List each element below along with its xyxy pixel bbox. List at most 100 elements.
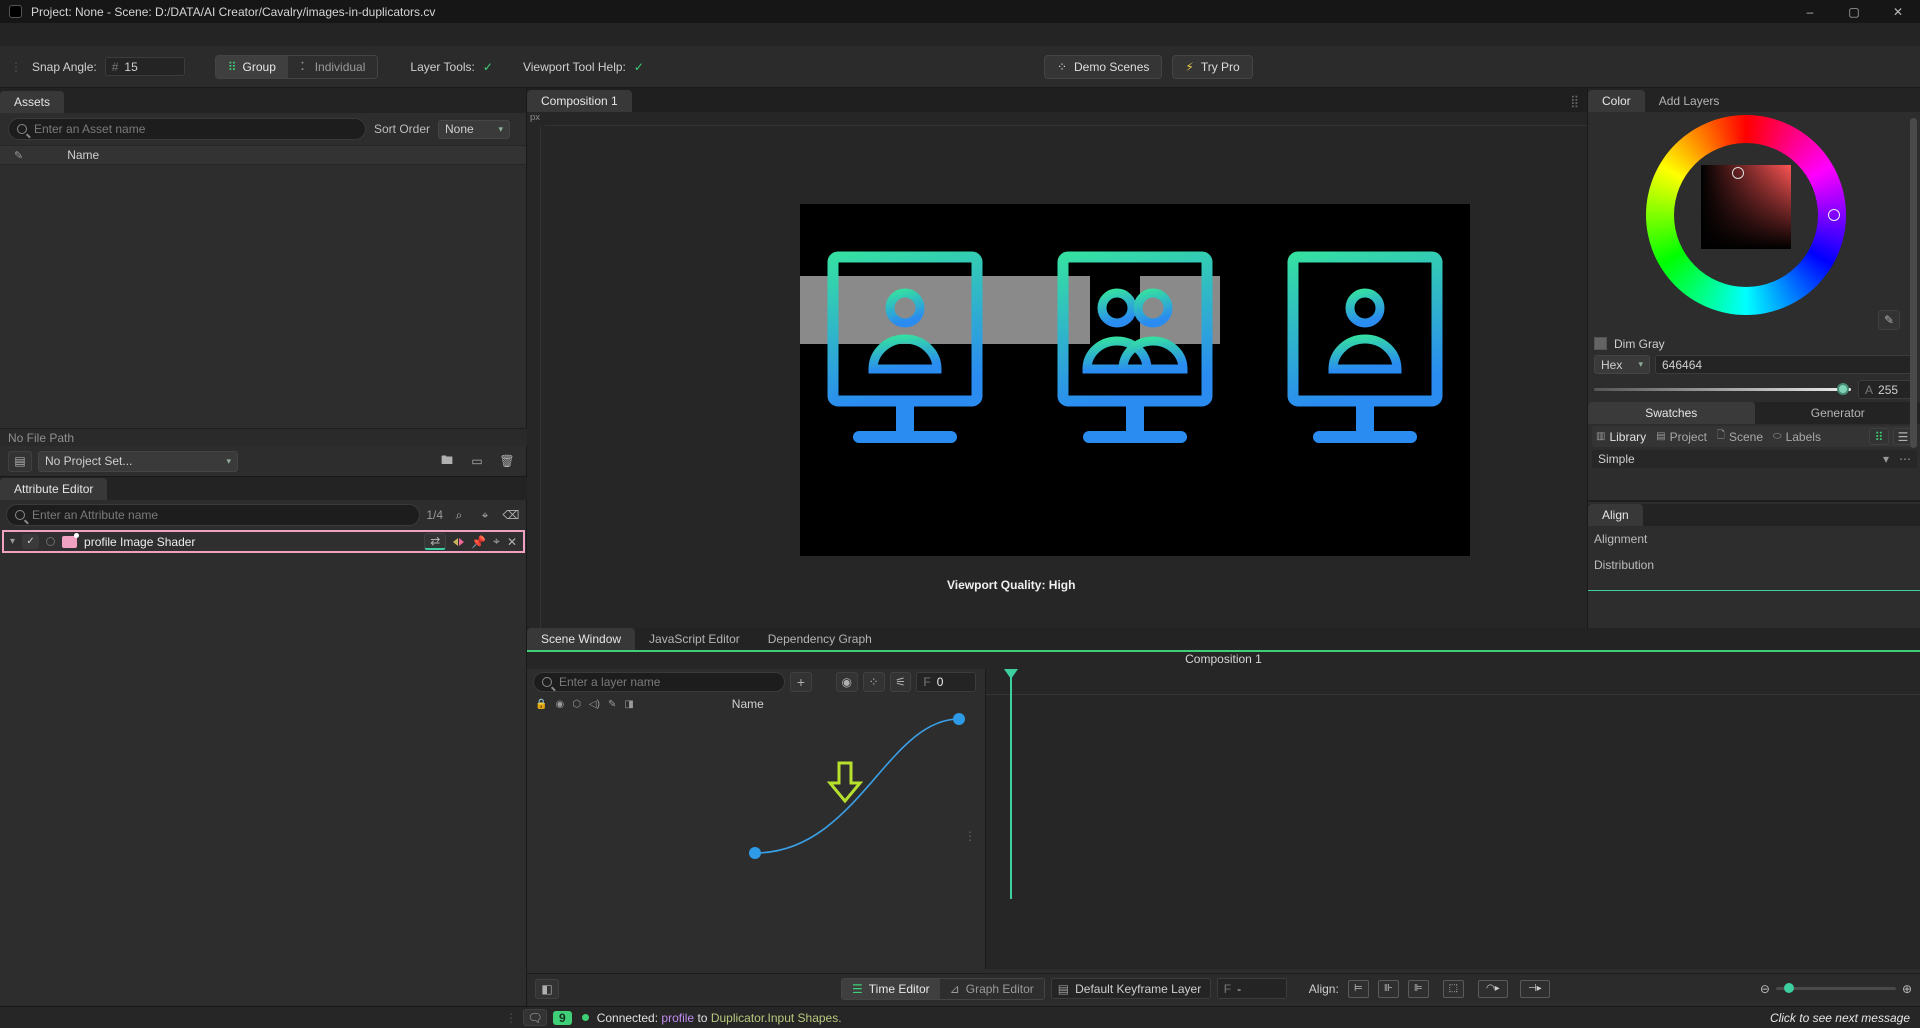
assets-tab[interactable]: Assets [0, 91, 64, 113]
eye-icon[interactable]: ◉ [555, 699, 564, 710]
pin-icon[interactable]: 📌 [471, 535, 486, 549]
graph-editor-toggle[interactable]: ⊿Graph Editor [940, 979, 1044, 999]
solo-filter-icon[interactable]: ◉ [836, 672, 858, 692]
transfer-icon[interactable]: ⇄ [424, 533, 446, 550]
box-select-icon[interactable]: ⬚ [1443, 980, 1464, 998]
magnet-icon[interactable]: ⁘ [863, 672, 885, 692]
collapse-chevron-icon[interactable]: ▾ [10, 536, 15, 547]
library-tab[interactable]: Library [1609, 430, 1646, 444]
zoom-in-icon[interactable]: ⊕ [1902, 982, 1912, 996]
generator-tab[interactable]: Generator [1755, 402, 1920, 424]
add-layer-button[interactable]: + [790, 672, 812, 692]
add-layers-tab[interactable]: Add Layers [1645, 90, 1734, 112]
filter-attr-icon[interactable]: ⌖ [475, 506, 495, 525]
cube-icon[interactable]: ⬡ [572, 699, 581, 710]
panel-scrollbar[interactable] [1910, 118, 1917, 448]
saturation-value-box[interactable] [1701, 165, 1791, 249]
enabled-check-icon[interactable]: ✓ [22, 534, 39, 549]
alpha-slider-knob[interactable] [1837, 383, 1849, 395]
javascript-editor-tab[interactable]: JavaScript Editor [635, 628, 754, 650]
speaker-icon[interactable]: ◁) [589, 699, 600, 710]
shader-header[interactable]: ▾ ✓ profile Image Shader ⇄ 📌 ⌖ ✕ [2, 530, 525, 553]
swatches-tab[interactable]: Swatches [1588, 402, 1755, 424]
group-toggle[interactable]: ⠿Group [216, 56, 288, 78]
labels-tab[interactable]: Labels [1786, 430, 1821, 444]
duplicated-monitors-graphic [800, 204, 1470, 556]
align-tab[interactable]: Align [1588, 504, 1643, 526]
keyframe-bullet[interactable] [46, 537, 55, 546]
alpha-value[interactable]: A255 [1858, 380, 1914, 399]
playhead-marker[interactable] [1004, 669, 1018, 679]
hue-selector[interactable] [1828, 209, 1840, 221]
dependency-graph-tab[interactable]: Dependency Graph [754, 628, 886, 650]
composition-tab[interactable]: Composition 1 [527, 90, 632, 112]
viewport-help-check[interactable]: ✓ [634, 60, 644, 74]
sort-order-select[interactable]: None▾ [438, 120, 510, 139]
trash-icon[interactable]: 🗑 [495, 451, 519, 472]
monitor-icon[interactable]: ▭ [465, 451, 489, 472]
zoom-attr-icon[interactable]: ⌕ [449, 506, 469, 525]
folder-icon[interactable]: 🖿 [435, 451, 459, 472]
layer-tools-check[interactable]: ✓ [483, 60, 493, 74]
attribute-search-input[interactable]: Enter an Attribute name [6, 504, 420, 526]
attribute-editor-tab[interactable]: Attribute Editor [0, 478, 107, 500]
step-keys-icon[interactable]: ⊣▸ [1520, 980, 1550, 998]
sv-selector[interactable] [1732, 167, 1744, 179]
timeline-zoom-slider[interactable] [1776, 987, 1896, 990]
align-left-key-icon[interactable]: ⊨ [1348, 980, 1369, 998]
minimize-button[interactable]: – [1788, 5, 1832, 19]
lock-icon[interactable]: 🔒 [535, 699, 547, 710]
search-icon [542, 677, 552, 687]
project-folder-icon[interactable]: ▤ [8, 451, 32, 472]
align-right-key-icon[interactable]: ⊫ [1408, 980, 1429, 998]
try-pro-button[interactable]: ⚡Try Pro [1172, 55, 1252, 79]
more-options-icon[interactable]: ⋯ [1899, 452, 1911, 466]
close-button[interactable]: ✕ [1876, 5, 1920, 19]
demo-scenes-button[interactable]: ⁘Demo Scenes [1044, 55, 1162, 79]
target-icon[interactable]: ⌖ [493, 534, 500, 549]
snap-angle-input[interactable]: #15 [105, 57, 185, 76]
keyframe-nav-icons[interactable] [453, 538, 464, 546]
dropper-icon[interactable]: ✎ [608, 699, 616, 710]
message-bubble-icon[interactable]: 🗨 [523, 1009, 547, 1026]
pane-splitter-grip[interactable]: ⋮ [964, 829, 976, 843]
footer-frame-field[interactable]: F- [1217, 978, 1287, 999]
status-bar: ⋮ 🗨 9 Connected: profile to Duplicator.I… [0, 1006, 1920, 1028]
composition-canvas[interactable] [800, 204, 1470, 556]
project-tab[interactable]: Project [1670, 430, 1707, 444]
color-wheel[interactable] [1646, 115, 1846, 315]
next-message-hint[interactable]: Click to see next message [1770, 1011, 1910, 1025]
collapse-panel-icon[interactable]: ◧ [535, 979, 559, 999]
hex-mode-select[interactable]: Hex▾ [1594, 355, 1650, 374]
grid-view-icon[interactable]: ⠿ [1869, 428, 1889, 445]
frame-field[interactable]: F0 [916, 672, 976, 692]
color-tab[interactable]: Color [1588, 90, 1645, 112]
timeline-area[interactable] [985, 669, 1920, 969]
maximize-button[interactable]: ▢ [1832, 5, 1876, 19]
filter-settings-icon[interactable]: ⚟ [890, 672, 912, 692]
clear-attr-icon[interactable]: ⌫ [501, 506, 521, 525]
scene-window-tab[interactable]: Scene Window [527, 628, 635, 650]
project-set-select[interactable]: No Project Set...▾ [38, 451, 238, 472]
scene-tab[interactable]: Scene [1729, 430, 1763, 444]
hex-value-input[interactable]: 646464 [1655, 355, 1914, 374]
chevron-down-icon[interactable]: ▾ [1883, 452, 1889, 466]
align-center-key-icon[interactable]: ⊪ [1378, 980, 1399, 998]
individual-toggle[interactable]: ⠅Individual [288, 56, 378, 78]
time-editor-toggle[interactable]: ☰Time Editor [842, 979, 940, 999]
alpha-slider[interactable] [1594, 388, 1851, 391]
toggle-icon[interactable]: ◨ [624, 699, 633, 710]
keyframe-layer-select[interactable]: ▤Default Keyframe Layer [1051, 978, 1211, 999]
swatch-category[interactable]: Simple [1598, 452, 1635, 466]
playhead[interactable] [1010, 669, 1012, 899]
asset-search-input[interactable]: Enter an Asset name [8, 118, 366, 140]
close-icon[interactable]: ✕ [507, 535, 517, 549]
ease-curve-icon[interactable]: ◠▸ [1478, 980, 1508, 998]
menu-bar [0, 23, 1920, 46]
color-eyedropper-icon[interactable]: ✎ [1878, 310, 1900, 330]
panel-grip-icon[interactable]: ⣿ [1562, 90, 1587, 112]
layer-search-input[interactable]: Enter a layer name [533, 672, 785, 692]
message-count-badge[interactable]: 9 [553, 1011, 572, 1025]
zoom-out-icon[interactable]: ⊖ [1760, 982, 1770, 996]
timeline-ruler[interactable] [986, 669, 1920, 695]
